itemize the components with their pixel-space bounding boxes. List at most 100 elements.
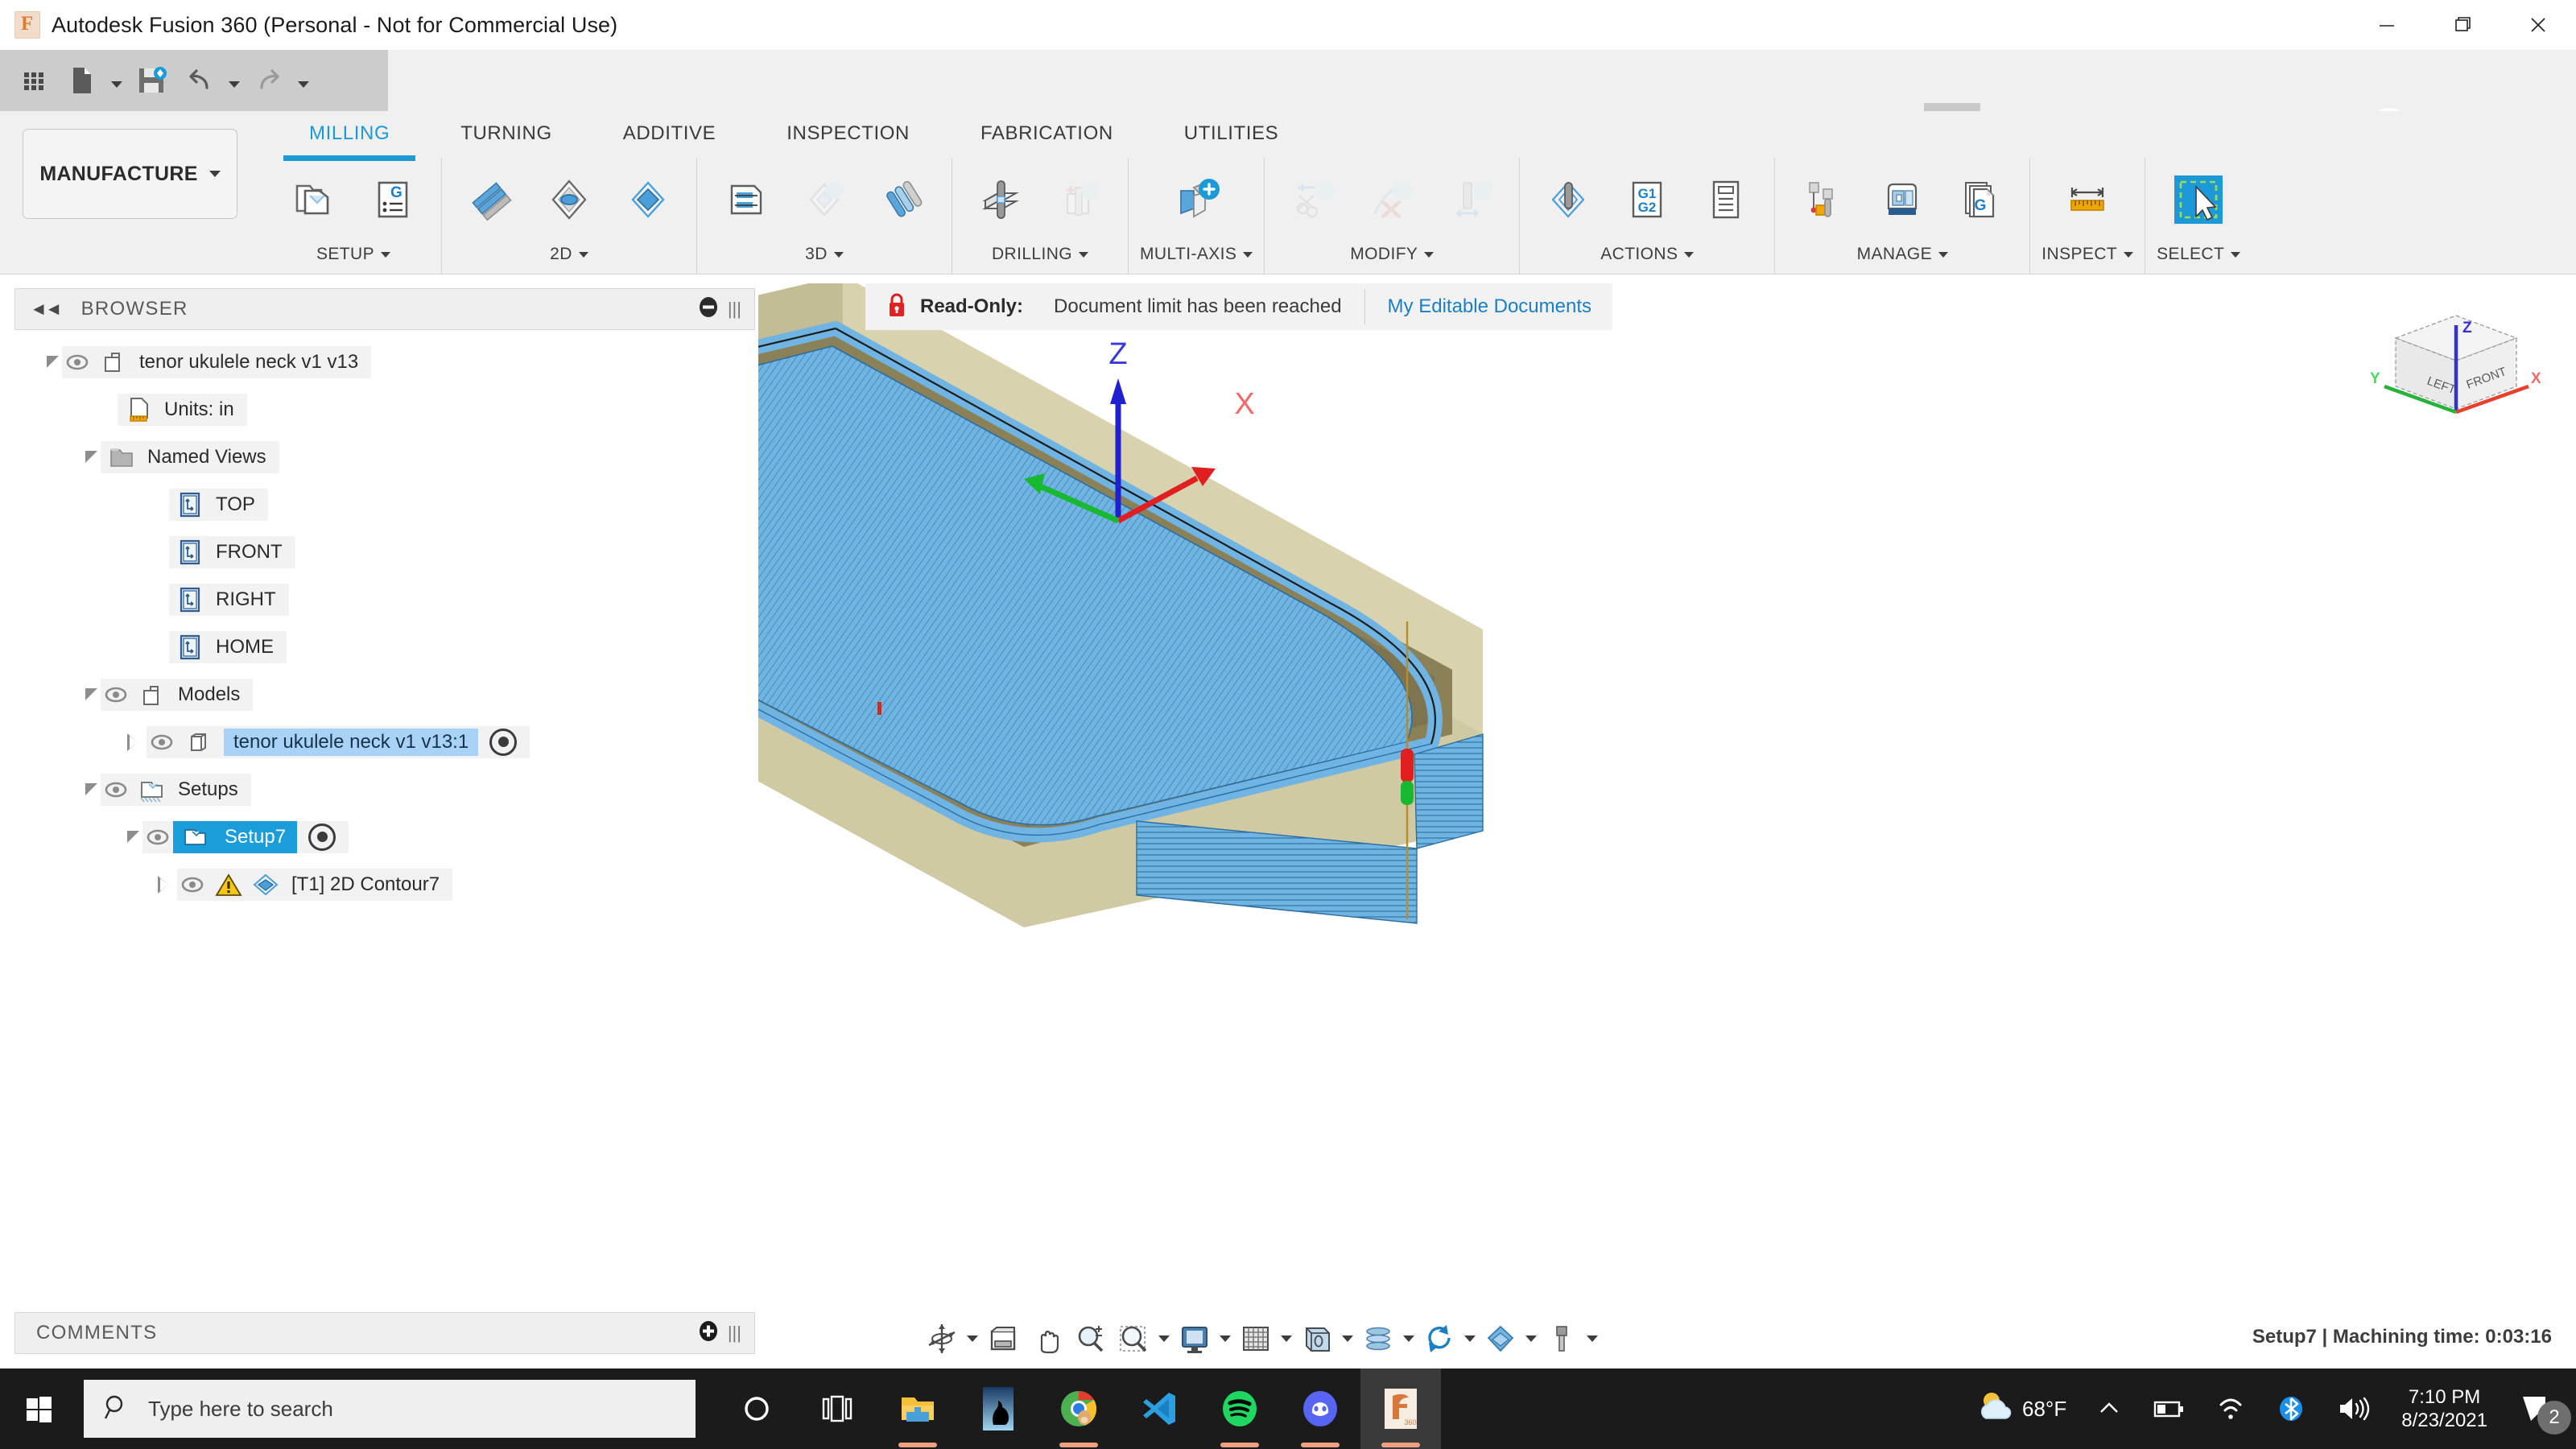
chevron-down-icon[interactable] xyxy=(1684,251,1695,258)
tool-icon[interactable] xyxy=(1540,1314,1583,1364)
chevron-down-icon[interactable] xyxy=(1938,251,1948,258)
undo-icon[interactable] xyxy=(177,56,222,105)
orbit-icon[interactable] xyxy=(920,1314,964,1364)
appearance-icon[interactable] xyxy=(1479,1314,1522,1364)
my-editable-documents-link[interactable]: My Editable Documents xyxy=(1388,295,1591,318)
pan-icon[interactable] xyxy=(1025,1314,1068,1364)
visibility-eye-icon[interactable] xyxy=(142,825,173,849)
weather-widget[interactable]: 68°F xyxy=(1961,1368,2081,1449)
layers-dropdown-caret-icon[interactable] xyxy=(1400,1314,1418,1364)
chevron-down-icon[interactable] xyxy=(2231,251,2241,258)
tool-library-icon[interactable] xyxy=(1786,163,1860,237)
visibility-eye-icon[interactable] xyxy=(62,350,93,374)
tab-utilities[interactable]: UTILITIES xyxy=(1149,111,1314,156)
expand-toggle-right-icon[interactable] xyxy=(158,875,169,894)
panel-dot-icon[interactable] xyxy=(696,295,720,324)
post-process-g-icon[interactable]: G xyxy=(356,163,430,237)
chevron-down-icon[interactable] xyxy=(578,251,588,258)
tree-row-setup7[interactable]: Setup7 xyxy=(14,813,755,861)
vscode-icon[interactable] xyxy=(1119,1368,1199,1449)
refresh-dropdown-caret-icon[interactable] xyxy=(1461,1314,1479,1364)
search-input[interactable]: Type here to search xyxy=(84,1380,696,1438)
discord-icon[interactable] xyxy=(1280,1368,1360,1449)
collapse-left-icon[interactable]: ◄◄ xyxy=(30,299,63,320)
viewports-dropdown-caret-icon[interactable] xyxy=(1339,1314,1356,1364)
tab-additive[interactable]: ADDITIVE xyxy=(588,111,751,156)
battery-icon[interactable] xyxy=(2137,1368,2200,1449)
setup-sheet-icon[interactable] xyxy=(1689,163,1763,237)
grid-snaps-dropdown-caret-icon[interactable] xyxy=(1278,1314,1295,1364)
expand-toggle-right-icon[interactable] xyxy=(127,733,138,751)
file-explorer-icon[interactable] xyxy=(877,1368,958,1449)
undo-dropdown-caret-icon[interactable] xyxy=(225,56,243,105)
viewports-icon[interactable] xyxy=(1295,1314,1339,1364)
appearance-dropdown-caret-icon[interactable] xyxy=(1522,1314,1540,1364)
chevron-down-icon[interactable] xyxy=(1079,251,1089,258)
tree-row-view-home[interactable]: HOME xyxy=(14,623,755,671)
show-hidden-icons-icon[interactable] xyxy=(2081,1368,2137,1449)
grip-icon[interactable]: ||| xyxy=(728,299,741,320)
new-setup-icon[interactable] xyxy=(277,163,351,237)
wifi-icon[interactable] xyxy=(2200,1368,2261,1449)
spotify-icon[interactable] xyxy=(1199,1368,1280,1449)
minimize-button[interactable] xyxy=(2349,0,2425,50)
zoom-window-icon[interactable] xyxy=(1112,1314,1155,1364)
tree-row-view-right[interactable]: RIGHT xyxy=(14,576,755,623)
tree-row-models[interactable]: Models xyxy=(14,671,755,718)
viewcube[interactable]: LEFT FRONT Z X Y xyxy=(2355,306,2557,427)
simulate-icon[interactable] xyxy=(1531,163,1605,237)
fusion360-icon[interactable]: 360 xyxy=(1360,1368,1441,1449)
task-view-icon[interactable] xyxy=(797,1368,877,1449)
look-at-icon[interactable] xyxy=(981,1314,1025,1364)
face-icon[interactable] xyxy=(453,163,527,237)
g1-g2-post-icon[interactable]: G1 G2 xyxy=(1610,163,1684,237)
redo-dropdown-caret-icon[interactable] xyxy=(295,56,312,105)
activate-radio-icon[interactable] xyxy=(308,823,336,851)
parallel-icon[interactable] xyxy=(866,163,940,237)
drill-icon[interactable] xyxy=(964,163,1038,237)
tool-dropdown-caret-icon[interactable] xyxy=(1583,1314,1601,1364)
kindle-icon[interactable] xyxy=(958,1368,1038,1449)
grid-snaps-icon[interactable] xyxy=(1234,1314,1278,1364)
2d-adaptive-icon[interactable] xyxy=(532,163,606,237)
tree-row-operation[interactable]: [T1] 2D Contour7 xyxy=(14,861,755,908)
expand-toggle-down-icon[interactable] xyxy=(85,451,97,463)
tab-milling[interactable]: MILLING xyxy=(274,111,425,161)
tree-row-body[interactable]: tenor ukulele neck v1 v13:1 xyxy=(14,718,755,766)
chevron-down-icon[interactable] xyxy=(381,251,390,258)
volume-icon[interactable] xyxy=(2321,1368,2385,1449)
display-settings-dropdown-caret-icon[interactable] xyxy=(1216,1314,1234,1364)
adaptive-clearing-icon[interactable] xyxy=(708,163,782,237)
visibility-eye-icon[interactable] xyxy=(177,873,208,897)
expand-toggle-down-icon[interactable] xyxy=(127,831,139,843)
tree-row-view-front[interactable]: FRONT xyxy=(14,528,755,576)
action-center-icon[interactable]: 2 xyxy=(2504,1368,2576,1449)
orbit-dropdown-caret-icon[interactable] xyxy=(964,1314,981,1364)
chevron-down-icon[interactable] xyxy=(1424,251,1435,258)
grip-icon[interactable]: ||| xyxy=(728,1323,741,1344)
expand-toggle-down-icon[interactable] xyxy=(47,356,59,368)
zoom-icon[interactable] xyxy=(1068,1314,1112,1364)
2d-contour-icon[interactable] xyxy=(611,163,685,237)
layers-icon[interactable] xyxy=(1356,1314,1400,1364)
activate-radio-icon[interactable] xyxy=(489,728,518,756)
multi-axis-contour-icon[interactable] xyxy=(1154,163,1238,237)
save-icon[interactable] xyxy=(129,56,174,105)
app-grid-icon[interactable] xyxy=(11,56,56,105)
bluetooth-icon[interactable] xyxy=(2261,1368,2321,1449)
close-button[interactable] xyxy=(2500,0,2576,50)
tree-row-setups[interactable]: Setups xyxy=(14,766,755,813)
add-comment-icon[interactable] xyxy=(696,1319,720,1348)
chevron-down-icon[interactable] xyxy=(1243,251,1253,258)
expand-toggle-down-icon[interactable] xyxy=(85,688,97,700)
file-icon[interactable] xyxy=(60,56,105,105)
visibility-eye-icon[interactable] xyxy=(147,730,177,754)
refresh-icon[interactable] xyxy=(1418,1314,1461,1364)
clock[interactable]: 7:10 PM 8/23/2021 xyxy=(2385,1385,2504,1433)
cortana-icon[interactable] xyxy=(716,1368,797,1449)
redo-icon[interactable] xyxy=(246,56,291,105)
chrome-icon[interactable] xyxy=(1038,1368,1119,1449)
visibility-eye-icon[interactable] xyxy=(101,778,131,802)
display-settings-icon[interactable] xyxy=(1173,1314,1216,1364)
file-dropdown-caret-icon[interactable] xyxy=(108,56,126,105)
